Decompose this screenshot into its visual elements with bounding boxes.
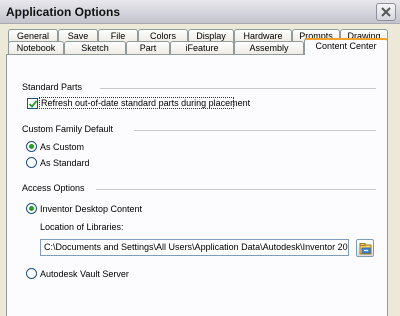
radio-selected-dot [29, 144, 34, 149]
as-custom-label[interactable]: As Custom [40, 142, 84, 152]
custom-family-divider [134, 130, 376, 131]
inventor-desktop-radio[interactable] [26, 203, 37, 214]
vault-server-radio[interactable] [26, 268, 37, 279]
refresh-parts-label[interactable]: Refresh out-of-date standard parts durin… [41, 98, 250, 108]
tab-ifeature[interactable]: iFeature [170, 41, 234, 55]
radio-selected-dot [29, 206, 34, 211]
tab-assembly[interactable]: Assembly [234, 41, 304, 55]
checkmark-icon [29, 100, 37, 108]
tab-part[interactable]: Part [126, 41, 170, 55]
tab-notebook[interactable]: Notebook [8, 41, 64, 55]
close-button[interactable] [376, 3, 396, 21]
folder-browse-icon [359, 243, 372, 255]
close-icon [381, 7, 391, 17]
location-input[interactable]: C:\Documents and Settings\All Users\Appl… [40, 239, 349, 256]
location-label: Location of Libraries: [40, 222, 124, 232]
tab-content-center[interactable]: Content Center [304, 38, 388, 55]
tab-sketch[interactable]: Sketch [64, 41, 126, 55]
as-standard-radio[interactable] [26, 157, 37, 168]
browse-button[interactable] [356, 239, 374, 257]
refresh-parts-checkbox[interactable] [27, 98, 38, 109]
custom-family-heading: Custom Family Default [22, 124, 114, 134]
standard-parts-heading: Standard Parts [22, 82, 83, 92]
title-bar[interactable]: Application Options [0, 0, 400, 24]
vault-server-label[interactable]: Autodesk Vault Server [40, 269, 129, 279]
access-options-heading: Access Options [22, 183, 85, 193]
inventor-desktop-label[interactable]: Inventor Desktop Content [40, 204, 142, 214]
window-title: Application Options [6, 5, 120, 19]
as-standard-label[interactable]: As Standard [40, 158, 90, 168]
as-custom-radio[interactable] [26, 141, 37, 152]
access-options-divider [96, 189, 376, 190]
standard-parts-divider [100, 88, 376, 89]
